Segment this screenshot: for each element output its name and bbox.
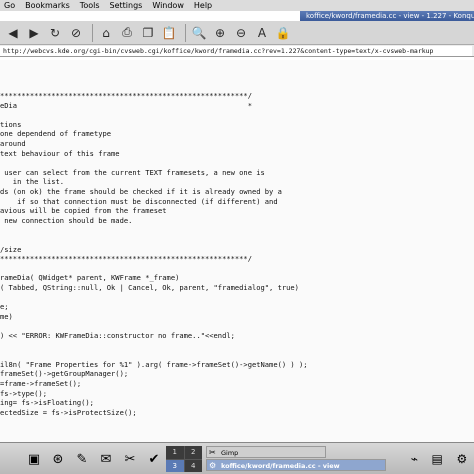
task-gimp[interactable]: ✂ Gimp <box>206 446 326 458</box>
code-line: e; <box>0 302 9 312</box>
gimp-launcher-icon[interactable]: ✂ <box>120 449 140 469</box>
menu-tools[interactable]: Tools <box>80 1 100 10</box>
menu-window[interactable]: Window <box>152 1 184 10</box>
code-line: =frame->frameSet(); <box>0 379 82 388</box>
find-icon[interactable]: 🔍 <box>190 24 208 42</box>
desktop-4[interactable]: 4 <box>184 459 202 472</box>
editor-icon[interactable]: ✎ <box>72 449 92 469</box>
stop-icon[interactable]: ⊘ <box>67 24 85 42</box>
font-icon[interactable]: A <box>253 24 271 42</box>
code-line: ****************************************… <box>0 91 252 100</box>
paste-icon[interactable]: 📋 <box>160 24 178 42</box>
back-icon[interactable]: ◀ <box>4 24 22 42</box>
code-line: ) << "ERROR: KWFrameDia::constructor no … <box>0 331 235 340</box>
reload-icon[interactable]: ↻ <box>46 24 64 42</box>
code-line: new connection should be made. <box>0 215 133 225</box>
task-konqueror[interactable]: ⚙ koffice/kword/framedia.cc - view <box>206 459 386 471</box>
code-line: fs->type(); <box>0 388 47 398</box>
toolbar-separator <box>92 23 93 42</box>
taskbar: ▣ ⊛ ✎ ✉ ✂ ✔ 1 2 3 4 ✂ Gimp ⚙ koffice/kwo… <box>0 442 474 474</box>
code-line: user can select from the current TEXT fr… <box>0 167 265 177</box>
zoom-out-icon[interactable]: ⊖ <box>232 24 250 42</box>
location-bar: http://webcvs.kde.org/cgi-bin/cvsweb.cgi… <box>0 45 474 57</box>
desktop-1[interactable]: 1 <box>166 446 184 459</box>
konqueror-icon: ⚙ <box>209 461 217 470</box>
code-line: il8n( "Frame Properties for %1" ).arg( f… <box>0 359 308 369</box>
window-title-strip: koffice/kword/framedia.cc - view - 1.227… <box>300 11 474 21</box>
code-line: ectedSize = fs->isProtectSize(); <box>0 407 137 417</box>
toolbar-separator <box>185 23 186 42</box>
code-line: ing= fs->isFloating(); <box>0 398 94 408</box>
code-line: if so that connection must be disconnect… <box>0 196 278 206</box>
security-icon[interactable]: 🔒 <box>274 24 292 42</box>
code-line: in the list. <box>0 177 65 187</box>
code-line: rameDia( QWidget* parent, KWFrame *_fram… <box>0 273 180 283</box>
desktop-2[interactable]: 2 <box>184 446 202 459</box>
code-line: avious will be copied from the frameset <box>0 206 167 216</box>
code-line: frameSet()->getGroupManager(); <box>0 369 129 379</box>
network-icon[interactable]: ⌁ <box>411 452 418 466</box>
terminal-icon[interactable]: ▣ <box>24 449 44 469</box>
home-icon[interactable]: ⌂ <box>97 24 115 42</box>
code-line: eDia * <box>0 100 252 110</box>
desktop-3[interactable]: 3 <box>166 459 184 472</box>
zoom-in-icon[interactable]: ⊕ <box>211 24 229 42</box>
code-line: me) <box>0 311 13 321</box>
code-line: text behaviour of this frame <box>0 148 120 158</box>
print-icon[interactable]: ⎙ <box>118 24 136 42</box>
kde-icon[interactable]: ⚙ <box>456 452 467 466</box>
menu-bookmarks[interactable]: Bookmarks <box>25 1 70 10</box>
settings-icon[interactable]: ✔ <box>144 449 164 469</box>
gimp-icon: ✂ <box>209 448 216 457</box>
code-line: /size <box>0 244 22 254</box>
forward-icon[interactable]: ▶ <box>25 24 43 42</box>
code-line: ****************************************… <box>0 254 252 264</box>
code-line: around <box>0 139 26 148</box>
location-input[interactable]: http://webcvs.kde.org/cgi-bin/cvsweb.cgi… <box>0 45 472 56</box>
task-label: Gimp <box>221 449 239 457</box>
task-label: koffice/kword/framedia.cc - view <box>221 462 340 470</box>
menu-bar: Go Bookmarks Tools Settings Window Help <box>0 0 474 11</box>
page-content: ****************************************… <box>0 60 474 442</box>
lifebuoy-icon[interactable]: ⊛ <box>48 449 68 469</box>
desktop-pager: 1 2 3 4 <box>166 446 202 472</box>
main-toolbar: ◀ ▶ ↻ ⊘ ⌂ ⎙ ❐ 📋 🔍 ⊕ ⊖ A 🔒 <box>0 21 474 45</box>
copy-icon[interactable]: ❐ <box>139 24 157 42</box>
menu-help[interactable]: Help <box>194 1 212 10</box>
code-line: tions <box>0 119 22 129</box>
code-line: one dependend of frametype <box>0 129 112 139</box>
clipboard-icon[interactable]: ▤ <box>432 452 443 466</box>
mail-icon[interactable]: ✉ <box>96 449 116 469</box>
menu-settings[interactable]: Settings <box>110 1 143 10</box>
code-line: ds (on ok) the frame should be checked i… <box>0 187 282 196</box>
system-tray: ⌁ ▤ ⚙ <box>404 447 474 471</box>
code-line: ( Tabbed, QString::null, Ok | Cancel, Ok… <box>0 283 299 292</box>
menu-go[interactable]: Go <box>4 1 15 10</box>
